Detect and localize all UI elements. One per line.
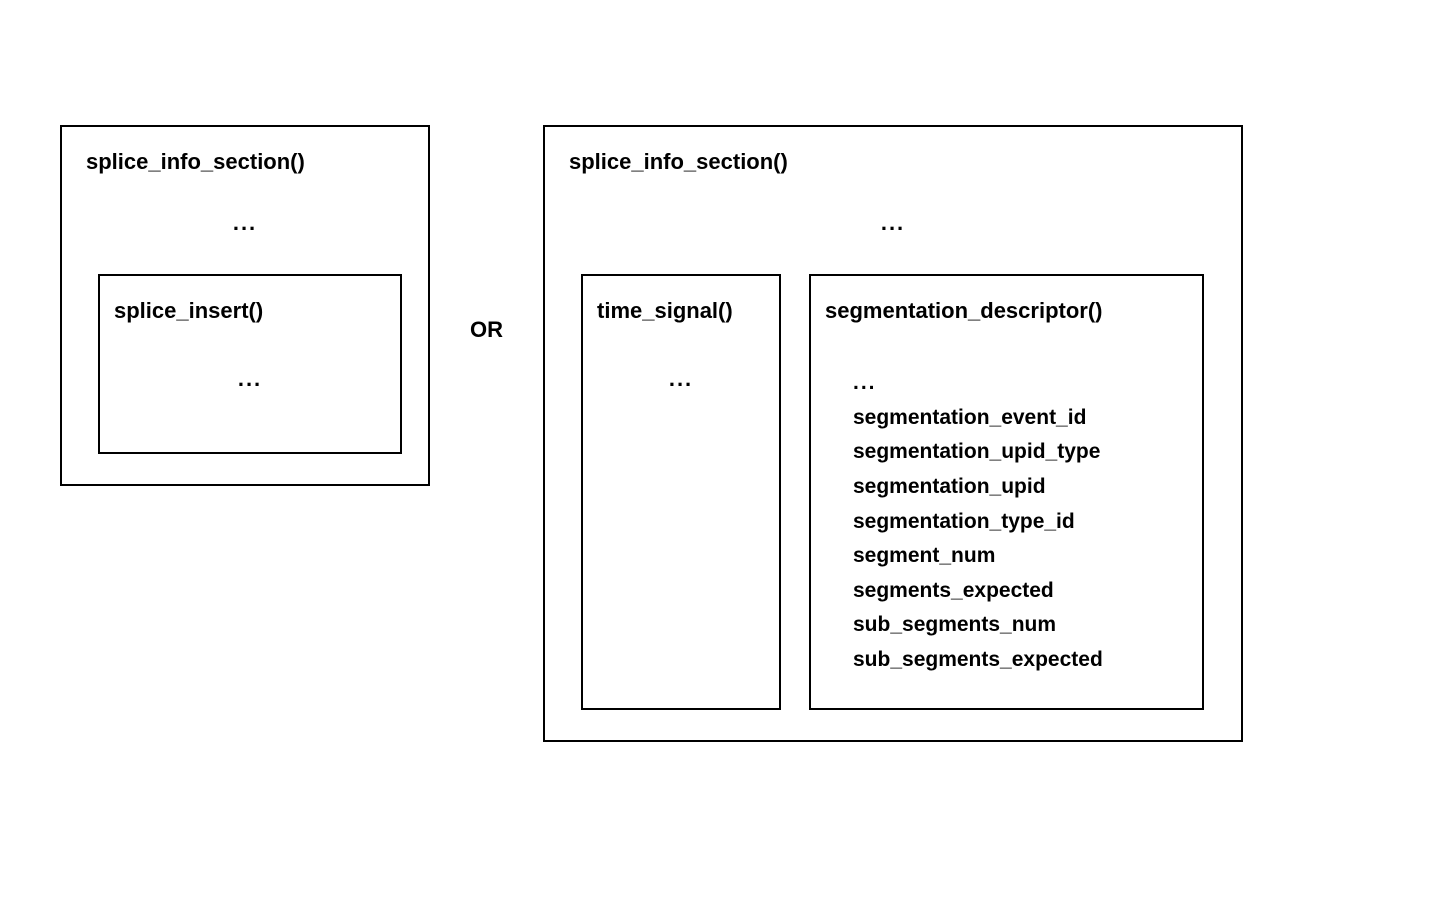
field-sub-segments-num: sub_segments_num: [853, 608, 1190, 643]
field-segment-num: segment_num: [853, 539, 1190, 574]
time-signal-box: time_signal() ...: [581, 274, 781, 710]
field-segmentation-type-id: segmentation_type_id: [853, 505, 1190, 540]
field-segmentation-upid: segmentation_upid: [853, 470, 1190, 505]
splice-insert-box: splice_insert() ...: [98, 274, 402, 454]
field-segments-expected: segments_expected: [853, 574, 1190, 609]
field-segmentation-upid-type: segmentation_upid_type: [853, 435, 1190, 470]
left-title: splice_info_section(): [80, 149, 410, 175]
time-signal-ellipsis: ...: [595, 366, 767, 392]
splice-insert-ellipsis: ...: [112, 366, 388, 392]
right-ellipsis: ...: [563, 210, 1223, 236]
field-segmentation-event-id: segmentation_event_id: [853, 401, 1190, 436]
field-sub-segments-expected: sub_segments_expected: [853, 643, 1190, 678]
segmentation-ellipsis: ...: [853, 366, 1190, 401]
diagram-root: splice_info_section() ... splice_insert(…: [60, 125, 1243, 742]
time-signal-title: time_signal(): [595, 298, 767, 324]
splice-insert-title: splice_insert(): [112, 298, 388, 324]
splice-info-section-right: splice_info_section() ... time_signal() …: [543, 125, 1243, 742]
segmentation-field-list: ... segmentation_event_id segmentation_u…: [823, 366, 1190, 678]
left-inner-container: splice_insert() ...: [80, 274, 410, 454]
segmentation-descriptor-box: segmentation_descriptor() ... segmentati…: [809, 274, 1204, 710]
right-title: splice_info_section(): [563, 149, 1223, 175]
splice-info-section-left: splice_info_section() ... splice_insert(…: [60, 125, 430, 486]
or-separator: OR: [470, 317, 503, 343]
left-ellipsis: ...: [80, 210, 410, 236]
segmentation-title: segmentation_descriptor(): [823, 298, 1190, 324]
right-inner-container: time_signal() ... segmentation_descripto…: [563, 274, 1223, 710]
